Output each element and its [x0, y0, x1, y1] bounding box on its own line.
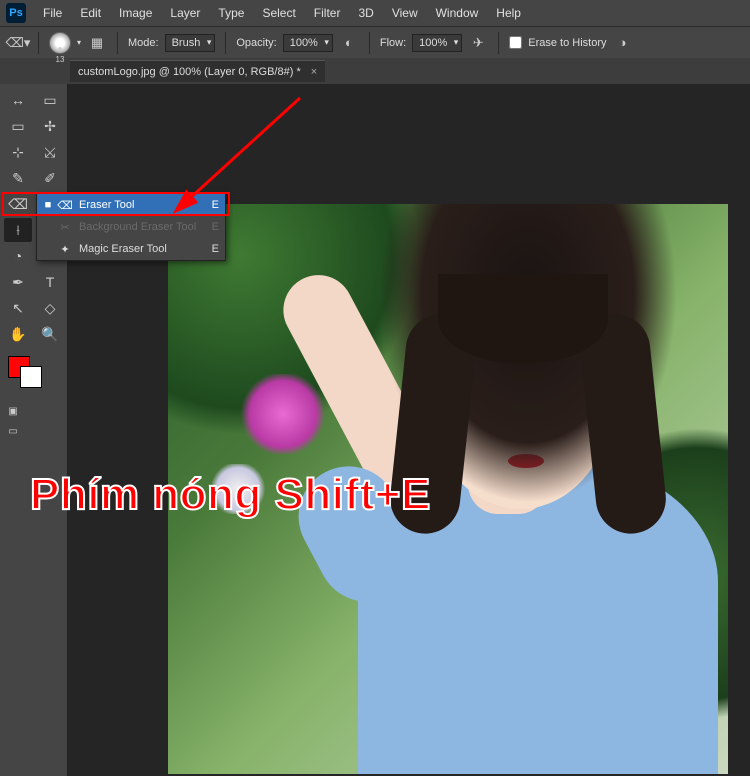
menu-window[interactable]: Window — [427, 6, 488, 20]
menu-edit[interactable]: Edit — [71, 6, 110, 20]
annotation-hotkey-text: Phím nóng Shift+E — [30, 470, 431, 520]
opacity-label: Opacity: — [236, 37, 276, 49]
tool-brush[interactable]: ✐ — [36, 166, 64, 190]
flow-label: Flow: — [380, 37, 406, 49]
menu-image[interactable]: Image — [110, 6, 161, 20]
flyout-item-shortcut: E — [207, 221, 219, 233]
opacity-select[interactable]: 100% — [283, 34, 333, 52]
canvas-area[interactable] — [68, 84, 750, 776]
flyout-item-label: Background Eraser Tool — [79, 221, 207, 233]
document-tab-bar: customLogo.jpg @ 100% (Layer 0, RGB/8#) … — [0, 58, 750, 84]
menu-help[interactable]: Help — [487, 6, 530, 20]
color-swatches — [0, 356, 67, 396]
flyout-item-shortcut: E — [207, 199, 219, 211]
eraser-icon: ⌫ — [57, 199, 73, 212]
tool-eyedropper[interactable]: ⤩ — [36, 140, 64, 164]
brush-size-value: 13 — [56, 55, 65, 64]
menu-view[interactable]: View — [383, 6, 427, 20]
tool-type[interactable]: T — [36, 270, 64, 294]
tool-marquee[interactable]: ▭ — [36, 88, 64, 112]
airbrush-icon[interactable]: ✈ — [468, 33, 488, 53]
menu-select[interactable]: Select — [253, 6, 304, 20]
tool-clone[interactable]: ⌫ — [4, 192, 32, 216]
tool-move[interactable]: ↔ — [4, 88, 32, 112]
menu-file[interactable]: File — [34, 6, 71, 20]
tool-pen[interactable]: ✒ — [4, 270, 32, 294]
eraser-tool-icon[interactable]: ⌫▾ — [8, 33, 28, 53]
menu-layer[interactable]: Layer — [161, 6, 209, 20]
selected-mark: ■ — [43, 199, 53, 211]
brush-preset-picker[interactable]: ●13 — [49, 32, 71, 54]
quickmask-toggle[interactable]: ▣ — [4, 402, 22, 420]
tool-magic-wand[interactable]: ✢ — [36, 114, 64, 138]
menu-filter[interactable]: Filter — [305, 6, 350, 20]
screenmode-toggle[interactable]: ▭ — [4, 422, 22, 440]
mode-select[interactable]: Brush — [165, 34, 216, 52]
tool-path-select[interactable]: ↖ — [4, 296, 32, 320]
tool-shape[interactable]: ◇ — [36, 296, 64, 320]
flyout-item-magic-eraser[interactable]: ✦ Magic Eraser Tool E — [37, 238, 225, 260]
mode-label: Mode: — [128, 37, 159, 49]
menu-bar: Ps File Edit Image Layer Type Select Fil… — [0, 0, 750, 26]
eraser-tool-flyout: ■ ⌫ Eraser Tool E ✂ Background Eraser To… — [36, 193, 226, 261]
erase-history-label: Erase to History — [528, 37, 606, 49]
tool-healing[interactable]: ✎ — [4, 166, 32, 190]
flyout-item-eraser[interactable]: ■ ⌫ Eraser Tool E — [37, 194, 225, 216]
flyout-item-label: Eraser Tool — [79, 199, 207, 211]
magic-eraser-icon: ✦ — [57, 243, 73, 256]
flyout-item-shortcut: E — [207, 243, 219, 255]
bg-eraser-icon: ✂ — [57, 221, 73, 234]
tool-blur[interactable]: ◔ — [4, 244, 32, 268]
tool-lasso[interactable]: ▭ — [4, 114, 32, 138]
flyout-item-bg-eraser[interactable]: ✂ Background Eraser Tool E — [37, 216, 225, 238]
options-bar: ⌫▾ ●13 ▾ ▦ Mode: Brush Opacity: 100% ◐ F… — [0, 26, 750, 58]
tool-eraser[interactable]: ⟊ — [4, 218, 32, 242]
pressure-size-icon[interactable]: ◑ — [613, 33, 633, 53]
brush-panel-toggle[interactable]: ▦ — [87, 33, 107, 53]
flyout-item-label: Magic Eraser Tool — [79, 243, 207, 255]
tool-crop[interactable]: ⊹ — [4, 140, 32, 164]
tool-hand[interactable]: ✋ — [4, 322, 32, 346]
menu-type[interactable]: Type — [209, 6, 253, 20]
erase-history-checkbox[interactable] — [509, 36, 522, 49]
background-color[interactable] — [20, 366, 42, 388]
pressure-opacity-icon[interactable]: ◐ — [339, 33, 359, 53]
flow-select[interactable]: 100% — [412, 34, 462, 52]
menu-3d[interactable]: 3D — [349, 6, 382, 20]
main-area: ↔ ▭ ▭ ✢ ⊹ ⤩ ✎ ✐ ⌫ ⎀ ⟊ ◔ ● ✒ T ↖ ◇ ✋ 🔍 ▣ — [0, 84, 750, 776]
tab-document[interactable]: customLogo.jpg @ 100% (Layer 0, RGB/8#) … — [70, 60, 325, 82]
tab-title: customLogo.jpg @ 100% (Layer 0, RGB/8#) … — [78, 66, 301, 78]
toolbar: ↔ ▭ ▭ ✢ ⊹ ⤩ ✎ ✐ ⌫ ⎀ ⟊ ◔ ● ✒ T ↖ ◇ ✋ 🔍 ▣ — [0, 84, 68, 776]
app-logo: Ps — [6, 3, 26, 23]
tool-zoom[interactable]: 🔍 — [36, 322, 64, 346]
close-icon[interactable]: × — [311, 66, 317, 78]
